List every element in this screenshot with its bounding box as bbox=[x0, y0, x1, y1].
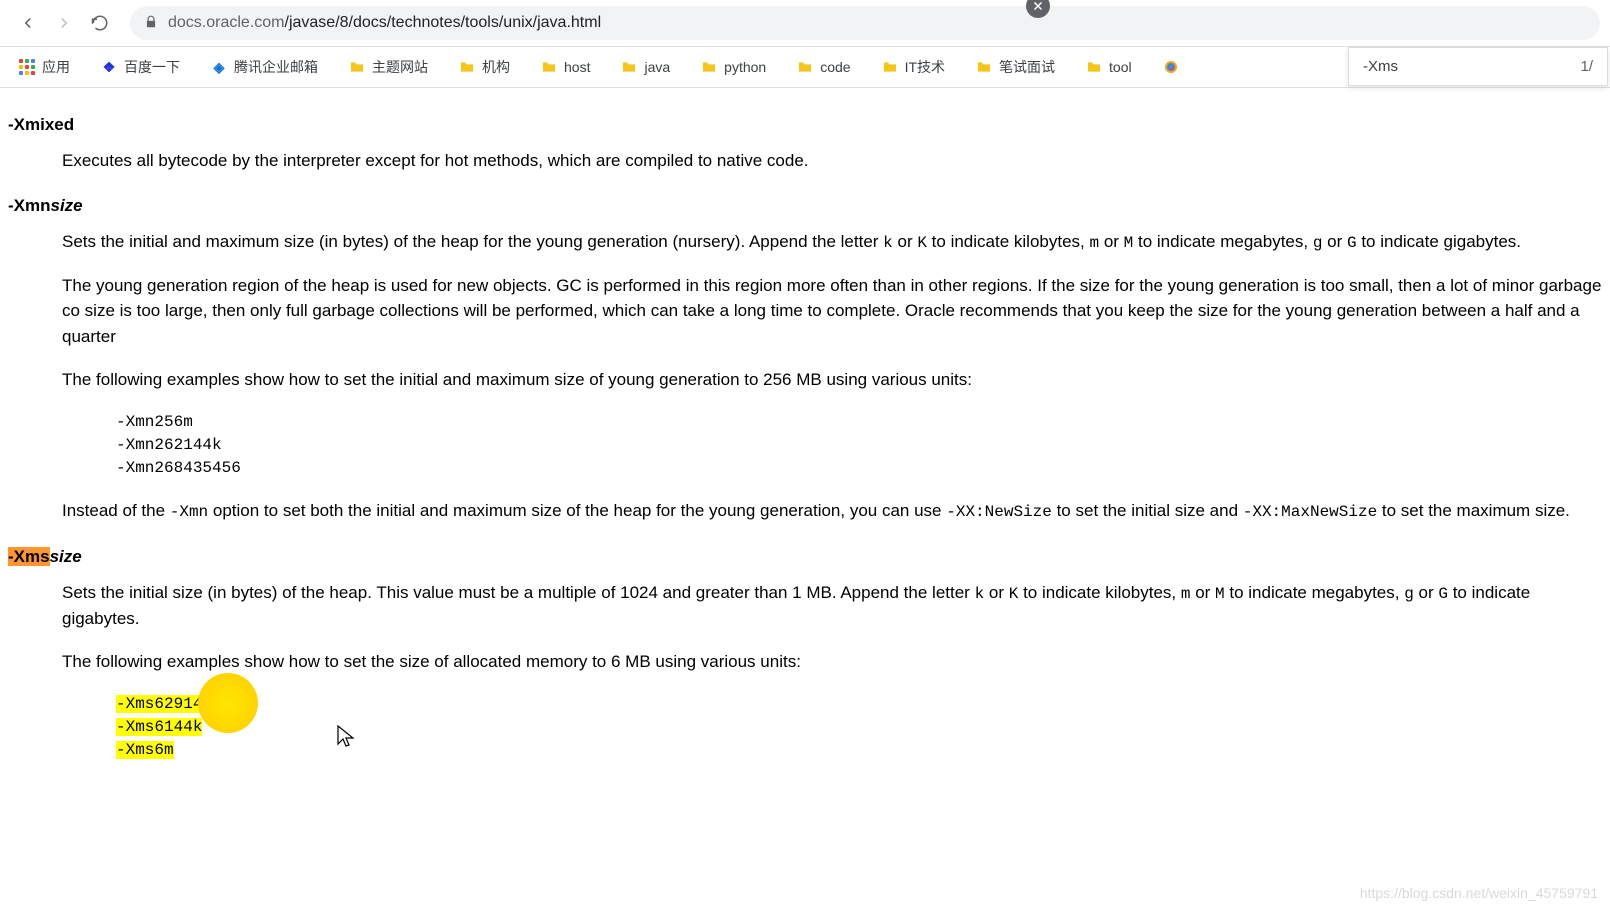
option-xmn-arg: size bbox=[51, 196, 83, 215]
bookmark-label: host bbox=[564, 59, 590, 75]
lock-icon bbox=[144, 15, 158, 32]
bookmark-item[interactable]: java bbox=[612, 54, 678, 80]
apps-icon bbox=[18, 58, 36, 76]
option-xmn-prefix: -Xmn bbox=[8, 196, 51, 215]
option-xms-p1: Sets the initial size (in bytes) of the … bbox=[62, 580, 1602, 632]
option-xmixed-title: -Xmixed bbox=[8, 112, 1602, 138]
reload-button[interactable] bbox=[86, 9, 114, 37]
bookmark-label: 机构 bbox=[482, 57, 510, 77]
option-xmn-title: -Xmnsize bbox=[8, 193, 1602, 219]
option-xms-examples: -Xms6291456 -Xms6144k -Xms6m bbox=[116, 693, 1602, 832]
folder-icon bbox=[348, 58, 366, 76]
option-xmixed-desc: Executes all bytecode by the interpreter… bbox=[62, 148, 1602, 174]
bookmark-label: java bbox=[644, 59, 670, 75]
option-xms-title: -Xmssize bbox=[8, 544, 1602, 570]
bookmark-item[interactable]: 笔试面试 bbox=[967, 53, 1063, 81]
bookmark-label: 百度一下 bbox=[124, 57, 180, 77]
bookmark-item[interactable]: 主题网站 bbox=[340, 53, 436, 81]
bookmark-item[interactable]: host bbox=[532, 54, 598, 80]
option-xmn-p4: Instead of the -Xmn option to set both t… bbox=[62, 498, 1602, 524]
browser-toolbar: docs.oracle.com/javase/8/docs/technotes/… bbox=[0, 0, 1610, 47]
bookmark-item[interactable]: IT技术 bbox=[873, 53, 953, 81]
option-xmn-p2: The young generation region of the heap … bbox=[62, 273, 1602, 350]
bookmark-item[interactable]: ❖ 百度一下 bbox=[92, 53, 188, 81]
bookmark-label: 笔试面试 bbox=[999, 57, 1055, 77]
option-xmn-examples: -Xmn256m -Xmn262144k -Xmn268435456 bbox=[116, 411, 1602, 481]
bookmark-label: code bbox=[820, 59, 850, 75]
option-xmn-p1: Sets the initial and maximum size (in by… bbox=[62, 229, 1602, 255]
folder-icon bbox=[975, 58, 993, 76]
option-xmn-p3: The following examples show how to set t… bbox=[62, 367, 1602, 393]
option-xms-arg: size bbox=[50, 547, 82, 566]
folder-icon bbox=[881, 58, 899, 76]
extension-icon bbox=[1162, 58, 1180, 76]
find-count: 1/ bbox=[1580, 58, 1593, 75]
address-bar[interactable]: docs.oracle.com/javase/8/docs/technotes/… bbox=[130, 6, 1600, 40]
bookmark-label: 应用 bbox=[42, 57, 70, 77]
cursor-arrow-icon bbox=[230, 693, 356, 792]
bookmark-label: python bbox=[724, 59, 766, 75]
folder-icon bbox=[458, 58, 476, 76]
bookmark-item[interactable]: 机构 bbox=[450, 53, 518, 81]
bookmark-label: 腾讯企业邮箱 bbox=[234, 57, 318, 77]
folder-icon bbox=[700, 58, 718, 76]
bookmark-label: 主题网站 bbox=[372, 57, 428, 77]
folder-icon bbox=[796, 58, 814, 76]
forward-button[interactable] bbox=[50, 9, 78, 37]
bookmark-label: tool bbox=[1109, 59, 1132, 75]
bookmark-item[interactable] bbox=[1154, 54, 1194, 80]
option-xms-prefix: -Xms bbox=[8, 547, 50, 566]
page-content: -Xmixed Executes all bytecode by the int… bbox=[0, 88, 1610, 910]
tencent-mail-icon: ◈ bbox=[210, 58, 228, 76]
bookmark-item[interactable]: code bbox=[788, 54, 858, 80]
url-host: docs.oracle.com bbox=[168, 14, 285, 32]
bookmark-item[interactable]: tool bbox=[1077, 54, 1140, 80]
folder-icon bbox=[1085, 58, 1103, 76]
option-xms-p2: The following examples show how to set t… bbox=[62, 649, 1602, 675]
url-path: /javase/8/docs/technotes/tools/unix/java… bbox=[285, 14, 602, 32]
bookmark-item[interactable]: 应用 bbox=[10, 53, 78, 81]
find-in-page-bar[interactable]: -Xms 1/ bbox=[1348, 47, 1608, 86]
bookmarks-bar: 应用 ❖ 百度一下 ◈ 腾讯企业邮箱 主题网站 机构 host java python code IT… bbox=[0, 47, 1610, 88]
find-query: -Xms bbox=[1363, 58, 1398, 75]
baidu-icon: ❖ bbox=[100, 58, 118, 76]
folder-icon bbox=[540, 58, 558, 76]
folder-icon bbox=[620, 58, 638, 76]
bookmark-item[interactable]: ◈ 腾讯企业邮箱 bbox=[202, 53, 326, 81]
bookmark-label: IT技术 bbox=[905, 57, 945, 77]
bookmark-item[interactable]: python bbox=[692, 54, 774, 80]
back-button[interactable] bbox=[14, 9, 42, 37]
watermark-text: https://blog.csdn.net/weixin_45759791 bbox=[1360, 883, 1598, 904]
